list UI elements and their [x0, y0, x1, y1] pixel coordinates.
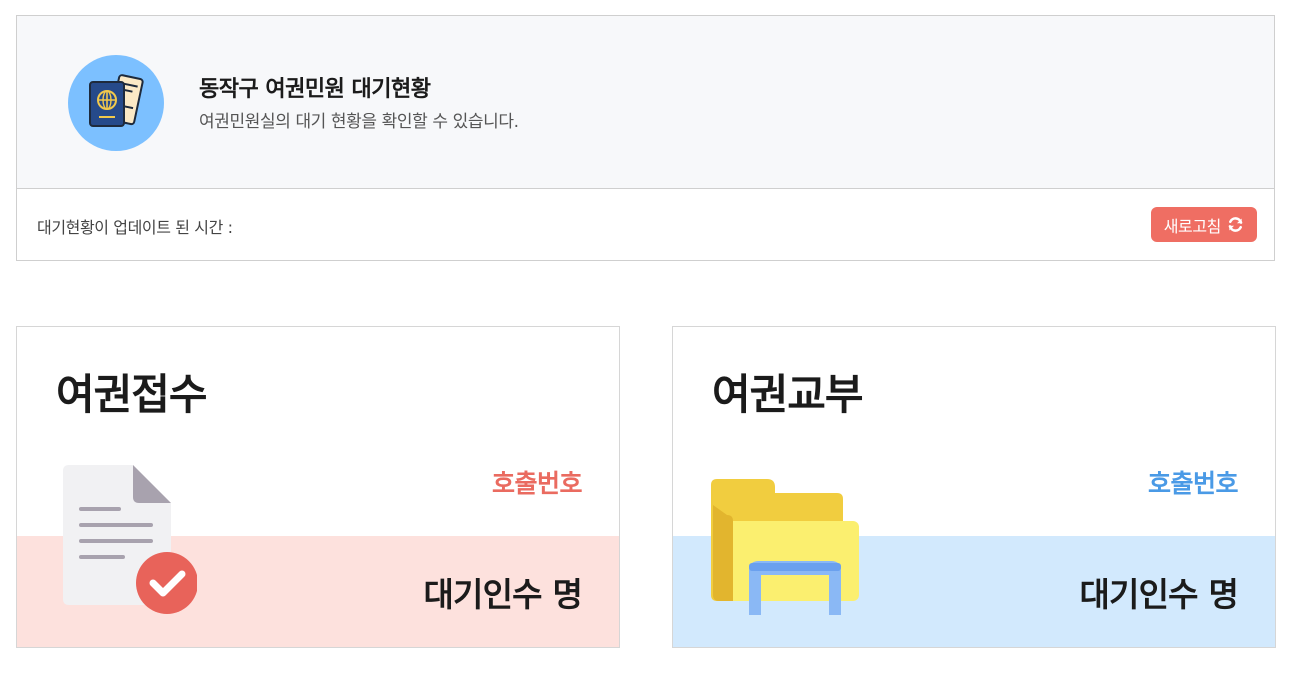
- page-subtitle: 여권민원실의 대기 현황을 확인할 수 있습니다.: [199, 112, 519, 132]
- waiting-count-label: 대기인수: [1079, 575, 1198, 614]
- folder-icon: [711, 479, 859, 615]
- header-banner: 동작구 여권민원 대기현황 여권민원실의 대기 현황을 확인할 수 있습니다.: [17, 16, 1274, 189]
- passport-icon: [89, 74, 144, 127]
- waiting-count: 대기인수 명: [1079, 568, 1238, 616]
- passport-application-card: 여권접수 호출번호 대기인수 명: [16, 326, 620, 648]
- refresh-button-label: 새로고침: [1163, 216, 1222, 236]
- page-title: 동작구 여권민원 대기현황: [199, 77, 431, 102]
- card-title: 여권교부: [712, 370, 864, 419]
- waiting-count-unit: 명: [552, 575, 582, 614]
- waiting-count-unit: 명: [1208, 575, 1238, 614]
- call-number-label: 호출번호: [1147, 469, 1239, 498]
- status-header: 동작구 여권민원 대기현황 여권민원실의 대기 현황을 확인할 수 있습니다. …: [16, 15, 1275, 261]
- refresh-button[interactable]: 새로고침: [1150, 207, 1257, 242]
- refresh-icon: [1228, 217, 1243, 232]
- waiting-count: 대기인수 명: [423, 568, 582, 616]
- passport-issuance-card: 여권교부 호출번호 대기인수 명: [672, 326, 1276, 648]
- update-time-label: 대기현황이 업데이트 된 시간 :: [37, 218, 233, 237]
- document-check-icon: [63, 465, 197, 614]
- call-number-label: 호출번호: [491, 469, 583, 498]
- waiting-count-label: 대기인수: [423, 575, 542, 614]
- card-title: 여권접수: [56, 370, 208, 419]
- logo: [68, 55, 164, 151]
